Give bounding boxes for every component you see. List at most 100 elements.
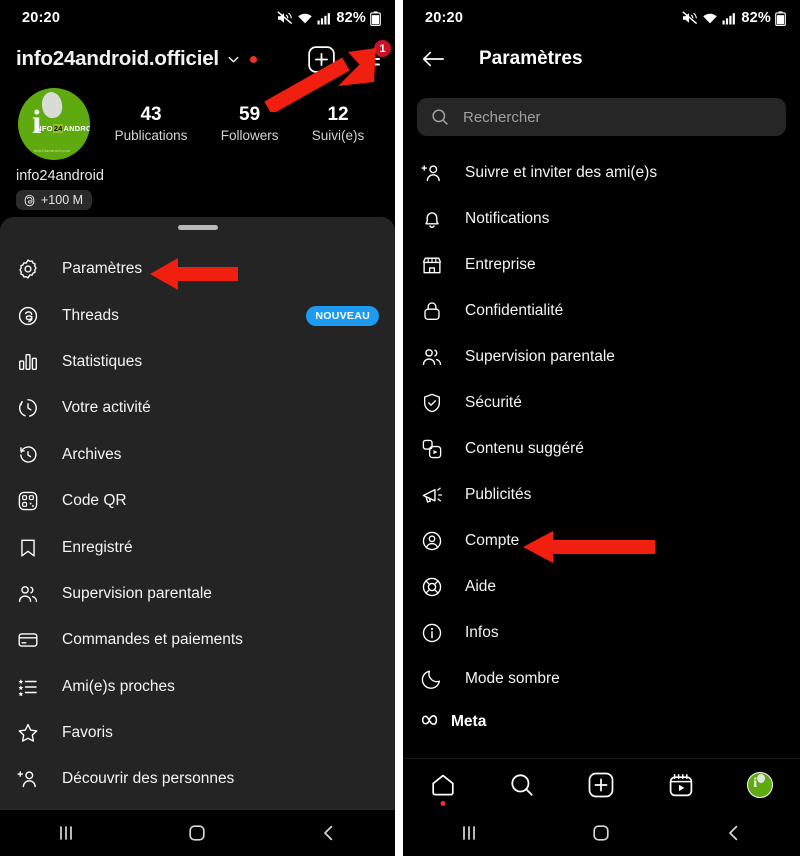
search-icon <box>431 108 449 126</box>
tab-reels[interactable] <box>668 772 694 798</box>
settings-item-label: Confidentialité <box>465 302 564 319</box>
battery-percent: 82% <box>336 10 366 26</box>
stat-value: 12 <box>327 104 349 126</box>
tab-search[interactable] <box>509 772 535 798</box>
sheet-item-label: Paramètres <box>62 260 143 278</box>
sheet-item-label: Ami(e)s proches <box>62 677 175 695</box>
sheet-item-favoris[interactable]: Favoris <box>0 710 395 756</box>
bar-chart-icon <box>17 351 43 373</box>
sheet-item-amies-proches[interactable]: Ami(e)s proches <box>0 664 395 710</box>
avatar-dot-shape <box>40 90 64 120</box>
add-post-button[interactable] <box>308 45 335 73</box>
page-title: Paramètres <box>479 48 583 69</box>
meta-footer[interactable]: Meta <box>403 702 800 742</box>
settings-item-contenu-suggere[interactable]: Contenu suggéré <box>403 426 800 472</box>
home-square-icon[interactable] <box>590 822 612 844</box>
credit-card-icon <box>17 629 43 651</box>
settings-item-infos[interactable]: Infos <box>403 610 800 656</box>
stat-label: Followers <box>220 127 279 143</box>
sheet-item-label: Statistiques <box>62 352 143 370</box>
megaphone-icon <box>421 484 447 506</box>
close-friends-list-icon <box>17 676 43 698</box>
back-chevron-icon[interactable] <box>723 822 745 844</box>
stat-followers[interactable]: 59 Followers <box>221 103 279 145</box>
status-time: 20:20 <box>22 10 61 26</box>
settings-item-compte[interactable]: Compte <box>403 518 800 564</box>
bottom-sheet: Paramètres Threads NOUVEAU Statistiques … <box>0 217 395 856</box>
instagram-tab-bar: i <box>403 758 800 810</box>
threads-followers-chip[interactable]: +100 M <box>16 190 93 210</box>
settings-item-mode-sombre[interactable]: Mode sombre <box>403 656 800 702</box>
avatar[interactable]: i INFO24ANDROID info24android.com <box>18 88 90 160</box>
settings-item-supervision-parentale[interactable]: Supervision parentale <box>403 334 800 380</box>
status-icons: 82% <box>277 10 381 26</box>
stat-publications[interactable]: 43 Publications <box>115 103 188 145</box>
settings-item-suivre-inviter[interactable]: Suivre et inviter des ami(e)s <box>403 150 800 196</box>
battery-percent: 82% <box>741 10 771 26</box>
settings-item-securite[interactable]: Sécurité <box>403 380 800 426</box>
people-icon <box>17 583 43 605</box>
settings-item-confidentialite[interactable]: Confidentialité <box>403 288 800 334</box>
stat-value: 43 <box>140 104 162 126</box>
account-name[interactable]: info24android.officiel <box>16 47 219 71</box>
sheet-item-threads[interactable]: Threads NOUVEAU <box>0 292 395 338</box>
settings-item-aide[interactable]: Aide <box>403 564 800 610</box>
signal-icon <box>317 12 331 24</box>
info-icon <box>421 622 447 644</box>
settings-item-label: Notifications <box>465 210 550 227</box>
settings-item-publicites[interactable]: Publicités <box>403 472 800 518</box>
tab-create[interactable] <box>588 772 614 798</box>
lifebuoy-icon <box>421 576 447 598</box>
search-input[interactable]: Rechercher <box>417 98 786 136</box>
shield-check-icon <box>421 392 447 414</box>
sheet-item-label: Découvrir des personnes <box>62 770 235 788</box>
sheet-item-decouvrir-personnes[interactable]: Découvrir des personnes <box>0 756 395 802</box>
sheet-item-statistiques[interactable]: Statistiques <box>0 339 395 385</box>
bookmark-icon <box>17 537 43 559</box>
tab-profile[interactable]: i <box>747 771 774 798</box>
sheet-item-label: Votre activité <box>62 399 151 417</box>
chevron-down-icon[interactable] <box>226 52 241 67</box>
profile-avatar-icon: i <box>747 771 774 798</box>
battery-icon <box>775 10 786 26</box>
threads-icon <box>17 305 43 327</box>
sheet-item-commandes-paiements[interactable]: Commandes et paiements <box>0 617 395 663</box>
signal-icon <box>722 12 736 24</box>
stat-following[interactable]: 12 Suivi(e)s <box>312 103 365 145</box>
settings-item-notifications[interactable]: Notifications <box>403 196 800 242</box>
settings-item-label: Publicités <box>465 486 532 503</box>
profile-avatar-wrap[interactable]: i INFO24ANDROID info24android.com <box>18 88 90 160</box>
sheet-item-parametres[interactable]: Paramètres <box>0 246 395 292</box>
avatar-dot-shape <box>757 773 766 783</box>
status-bar-right: 20:20 82% <box>403 0 800 36</box>
sheet-menu-list: Paramètres Threads NOUVEAU Statistiques … <box>0 230 395 803</box>
home-icon <box>432 774 454 795</box>
add-person-icon <box>421 162 447 184</box>
sheet-item-archives[interactable]: Archives <box>0 432 395 478</box>
recents-icon[interactable] <box>55 824 77 842</box>
panel-divider <box>395 0 403 856</box>
avatar-url-text: info24android.com <box>34 148 71 153</box>
sheet-item-votre-activite[interactable]: Votre activité <box>0 385 395 431</box>
sheet-item-code-qr[interactable]: Code QR <box>0 478 395 524</box>
home-square-icon[interactable] <box>186 822 208 844</box>
back-chevron-icon[interactable] <box>318 822 340 844</box>
sheet-item-enregistre[interactable]: Enregistré <box>0 524 395 570</box>
settings-list: Suivre et inviter des ami(e)s Notificati… <box>403 136 800 742</box>
settings-item-label: Contenu suggéré <box>465 440 584 457</box>
settings-item-entreprise[interactable]: Entreprise <box>403 242 800 288</box>
sheet-item-label: Threads <box>62 306 119 324</box>
lock-icon <box>421 300 447 322</box>
tab-home[interactable] <box>430 772 456 806</box>
stat-label: Suivi(e)s <box>311 127 365 143</box>
storefront-icon <box>421 254 447 276</box>
menu-button[interactable]: 1 <box>357 39 392 70</box>
recents-icon[interactable] <box>458 824 480 842</box>
archive-clock-icon <box>17 444 43 466</box>
avatar-brand-text: INFO24ANDROID <box>34 124 90 133</box>
mute-icon <box>682 11 698 24</box>
account-circle-icon <box>421 530 447 552</box>
sheet-item-supervision-parentale[interactable]: Supervision parentale <box>0 571 395 617</box>
back-arrow-icon[interactable] <box>421 49 445 69</box>
threads-icon <box>24 194 35 206</box>
